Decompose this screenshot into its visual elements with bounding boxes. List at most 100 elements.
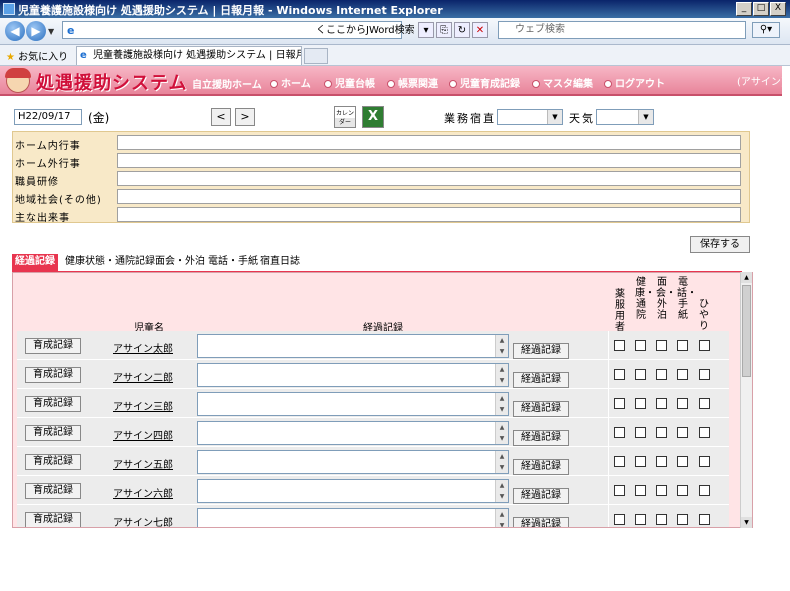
medication-checkbox[interactable]: [614, 456, 625, 467]
ikusei-record-button[interactable]: 育成記録: [25, 483, 81, 499]
textarea-scrollbar[interactable]: ▲ ▼: [495, 335, 508, 357]
keika-record-button[interactable]: 経過記録: [513, 372, 569, 388]
menu-forms[interactable]: 帳票関連: [387, 75, 438, 90]
medication-checkbox[interactable]: [614, 369, 625, 380]
minimize-button[interactable]: _: [736, 2, 752, 16]
textarea-scrollbar[interactable]: ▲ ▼: [495, 451, 508, 473]
health-checkbox[interactable]: [635, 369, 646, 380]
visits-checkbox[interactable]: [656, 398, 667, 409]
menu-master-edit[interactable]: マスタ編集: [532, 75, 593, 90]
keika-record-button[interactable]: 経過記録: [513, 401, 569, 417]
ikusei-record-button[interactable]: 育成記録: [25, 396, 81, 412]
ikusei-record-button[interactable]: 育成記録: [25, 454, 81, 470]
weather-select[interactable]: ▼: [596, 109, 654, 125]
save-button[interactable]: 保存する: [690, 236, 750, 253]
event-input-training[interactable]: [117, 171, 741, 186]
hiyari-checkbox[interactable]: [699, 514, 710, 525]
refresh-icon[interactable]: ↻: [454, 22, 470, 38]
jword-search-label[interactable]: くここからJWord検索: [316, 21, 415, 36]
scroll-up-icon[interactable]: ▲: [741, 272, 752, 283]
scroll-down-icon[interactable]: ▼: [741, 517, 752, 528]
phone-checkbox[interactable]: [677, 398, 688, 409]
keika-record-button[interactable]: 経過記録: [513, 488, 569, 504]
child-name-link[interactable]: アサイン太郎: [113, 340, 173, 355]
visits-checkbox[interactable]: [656, 456, 667, 467]
phone-checkbox[interactable]: [677, 514, 688, 525]
event-input-outside[interactable]: [117, 153, 741, 168]
menu-logout[interactable]: ログアウト: [604, 75, 665, 90]
phone-checkbox[interactable]: [677, 340, 688, 351]
child-name-link[interactable]: アサイン四郎: [113, 427, 173, 442]
visits-checkbox[interactable]: [656, 485, 667, 496]
compat-view-icon[interactable]: ⎘: [436, 22, 452, 38]
prev-day-button[interactable]: <: [211, 108, 231, 126]
search-icon[interactable]: ⚲▾: [752, 22, 780, 38]
textarea-scrollbar[interactable]: ▲ ▼: [495, 509, 508, 527]
medication-checkbox[interactable]: [614, 340, 625, 351]
health-checkbox[interactable]: [635, 514, 646, 525]
health-checkbox[interactable]: [635, 340, 646, 351]
scroll-thumb[interactable]: [742, 285, 751, 377]
next-day-button[interactable]: >: [235, 108, 255, 126]
keika-record-button[interactable]: 経過記録: [513, 459, 569, 475]
event-input-main[interactable]: [117, 207, 741, 222]
dropdown-icon[interactable]: ▾: [418, 22, 434, 38]
close-button[interactable]: X: [770, 2, 786, 16]
tab-progress[interactable]: 経過記録: [12, 254, 58, 271]
progress-textarea[interactable]: ▲ ▼: [197, 479, 509, 503]
maximize-button[interactable]: □: [753, 2, 769, 16]
hiyari-checkbox[interactable]: [699, 340, 710, 351]
progress-textarea[interactable]: ▲ ▼: [197, 392, 509, 416]
hiyari-checkbox[interactable]: [699, 427, 710, 438]
excel-icon[interactable]: X: [362, 106, 384, 128]
calendar-icon[interactable]: カレンダー: [334, 106, 356, 128]
medication-checkbox[interactable]: [614, 485, 625, 496]
health-checkbox[interactable]: [635, 485, 646, 496]
records-scrollbar[interactable]: ▲ ▼: [740, 272, 752, 528]
visits-checkbox[interactable]: [656, 514, 667, 525]
stop-icon[interactable]: ✕: [472, 22, 488, 38]
tab-visits[interactable]: 面会・外泊: [152, 254, 208, 271]
duty-select[interactable]: ▼: [497, 109, 563, 125]
keika-record-button[interactable]: 経過記録: [513, 430, 569, 446]
progress-textarea[interactable]: ▲ ▼: [197, 363, 509, 387]
visits-checkbox[interactable]: [656, 340, 667, 351]
forward-icon[interactable]: ▶: [26, 21, 46, 41]
tab-health[interactable]: 健康状態・通院記録: [62, 254, 158, 271]
event-input-home[interactable]: [117, 135, 741, 150]
ikusei-record-button[interactable]: 育成記録: [25, 425, 81, 441]
hiyari-checkbox[interactable]: [699, 456, 710, 467]
ikusei-record-button[interactable]: 育成記録: [25, 338, 81, 354]
medication-checkbox[interactable]: [614, 427, 625, 438]
history-dropdown-icon[interactable]: ▼: [48, 27, 54, 36]
health-checkbox[interactable]: [635, 398, 646, 409]
progress-textarea[interactable]: ▲ ▼: [197, 334, 509, 358]
web-search-input[interactable]: ウェブ検索: [498, 21, 746, 39]
phone-checkbox[interactable]: [677, 485, 688, 496]
phone-checkbox[interactable]: [677, 369, 688, 380]
tab-night-log[interactable]: 宿直日誌: [257, 254, 303, 271]
ikusei-record-button[interactable]: 育成記録: [25, 367, 81, 383]
menu-child-ledger[interactable]: 児童台帳: [324, 75, 375, 90]
progress-textarea[interactable]: ▲ ▼: [197, 450, 509, 474]
progress-textarea[interactable]: ▲ ▼: [197, 508, 509, 527]
health-checkbox[interactable]: [635, 427, 646, 438]
keika-record-button[interactable]: 経過記録: [513, 343, 569, 359]
event-input-community[interactable]: [117, 189, 741, 204]
textarea-scrollbar[interactable]: ▲ ▼: [495, 422, 508, 444]
textarea-scrollbar[interactable]: ▲ ▼: [495, 393, 508, 415]
textarea-scrollbar[interactable]: ▲ ▼: [495, 364, 508, 386]
hiyari-checkbox[interactable]: [699, 398, 710, 409]
ikusei-record-button[interactable]: 育成記録: [25, 512, 81, 527]
menu-home[interactable]: ホーム: [270, 75, 311, 90]
progress-textarea[interactable]: ▲ ▼: [197, 421, 509, 445]
child-name-link[interactable]: アサイン七郎: [113, 514, 173, 527]
medication-checkbox[interactable]: [614, 514, 625, 525]
textarea-scrollbar[interactable]: ▲ ▼: [495, 480, 508, 502]
keika-record-button[interactable]: 経過記録: [513, 517, 569, 527]
back-icon[interactable]: ◀: [5, 21, 25, 41]
child-name-link[interactable]: アサイン三郎: [113, 398, 173, 413]
phone-checkbox[interactable]: [677, 427, 688, 438]
phone-checkbox[interactable]: [677, 456, 688, 467]
medication-checkbox[interactable]: [614, 398, 625, 409]
